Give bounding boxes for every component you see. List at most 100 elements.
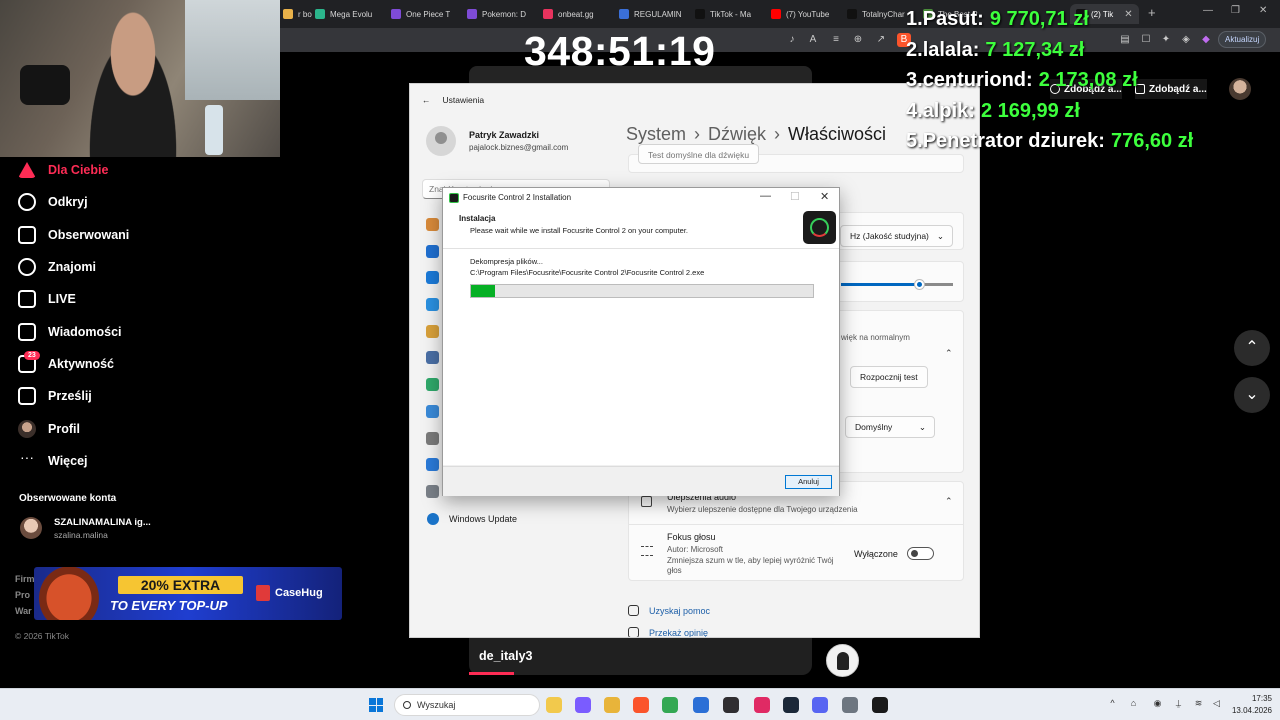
nav-item-odkryj[interactable]: Odkryj [18, 186, 258, 218]
breadcrumb-system[interactable]: System [626, 124, 686, 144]
nav-item-profil[interactable]: Profil [18, 412, 258, 444]
discord-icon[interactable] [812, 697, 828, 713]
leaderboard-row: 5.Penetrator dziurek: 776,60 zł [906, 130, 1193, 161]
feedback-link[interactable]: Przekaż opinię [628, 627, 708, 637]
video-author[interactable]: de_italy3 [479, 649, 533, 663]
nav-item-live[interactable]: LIVE [18, 283, 258, 315]
nav-item-więcej[interactable]: ··· Więcej [18, 445, 258, 477]
nav-item-obserwowani[interactable]: Obserwowani [18, 219, 258, 251]
network-icon[interactable] [426, 298, 439, 312]
chrome-icon[interactable] [662, 697, 678, 713]
breadcrumb-sound[interactable]: Dźwięk [708, 124, 766, 144]
opera-gx-icon[interactable] [754, 697, 770, 713]
browser-tab[interactable]: Mega Evolu [315, 4, 372, 24]
format-select[interactable]: Hz (Jakość studyjna) ⌄ [840, 225, 953, 247]
file-explorer-icon[interactable] [546, 697, 562, 713]
time-language-icon[interactable] [426, 404, 439, 418]
volume-icon[interactable]: ◁ [1211, 698, 1222, 709]
default-value: Domyślny [855, 422, 893, 432]
nav-item-dla-ciebie[interactable]: Dla Ciebie [18, 154, 258, 186]
creator-avatar[interactable] [826, 644, 859, 677]
close-button[interactable]: ✕ [820, 190, 829, 203]
footer-link[interactable]: Pro [15, 587, 35, 603]
browser-tab[interactable]: onbeat.gg [543, 4, 594, 24]
gaming-icon[interactable] [426, 431, 439, 445]
nav-item-prześlij[interactable]: Prześlij [18, 380, 258, 412]
microphone-tray-icon[interactable]: ⍊ [1173, 698, 1184, 709]
privacy-icon[interactable] [426, 484, 439, 498]
browser-tab[interactable]: Pokemon: D [467, 4, 526, 24]
browser-tab[interactable]: TikTok - Ma [695, 4, 751, 24]
copilot-icon[interactable] [575, 697, 591, 713]
audio-enhancements-desc: Wybierz ulepszenie dostępne dla Twojego … [667, 505, 858, 514]
minimize-button[interactable]: — [1203, 5, 1213, 16]
close-window-button[interactable]: ✕ [1259, 5, 1267, 16]
folder-icon[interactable] [604, 697, 620, 713]
bluetooth-icon[interactable] [426, 271, 439, 285]
cancel-button[interactable]: Anuluj [785, 475, 832, 489]
home-icon[interactable] [426, 218, 439, 231]
installer-subheading: Please wait while we install Focusrite C… [470, 226, 689, 235]
help-link[interactable]: Uzyskaj pomoc [628, 605, 710, 616]
translate-icon[interactable]: A [806, 33, 820, 47]
nav-item-znajomi[interactable]: Znajomi [18, 251, 258, 283]
network-tray-icon[interactable]: ⌂ [1128, 698, 1139, 709]
next-video-button[interactable]: ⌄ [1234, 377, 1270, 413]
back-arrow-icon[interactable]: ← [422, 95, 431, 105]
browser-tab[interactable]: REGULAMIN [619, 4, 682, 24]
browser-tab[interactable]: One Piece T [391, 4, 450, 24]
chevron-up-icon[interactable]: ^ [1107, 698, 1118, 709]
accessibility-icon[interactable] [426, 458, 439, 472]
volume-slider[interactable] [841, 280, 953, 289]
steam-icon[interactable] [783, 697, 799, 713]
brave-icon[interactable] [633, 697, 649, 713]
windows-update-nav[interactable]: Windows Update [427, 513, 517, 525]
clock-date: 13.04.2026 [1231, 706, 1272, 715]
start-button[interactable] [369, 698, 383, 712]
test-default-button[interactable]: Test domyślne dla dźwięku [638, 144, 760, 164]
nav-item-wiadomości[interactable]: Wiadomości [18, 315, 258, 347]
taskbar-clock[interactable]: 17:35 13.04.2026 [1228, 693, 1272, 717]
voice-focus-toggle[interactable] [907, 547, 934, 560]
accounts-icon[interactable] [426, 378, 439, 392]
minimize-button[interactable]: — [760, 190, 771, 202]
mute-icon[interactable]: ♪ [785, 33, 799, 47]
default-select[interactable]: Domyślny ⌄ [845, 416, 935, 438]
browser-tab[interactable]: (7) YouTube [771, 4, 829, 24]
browser-tab[interactable]: TotalnyChar [847, 4, 905, 24]
chevron-up-icon[interactable]: ⌃ [945, 496, 953, 507]
followed-account[interactable]: SZALINAMALINA ig... szalina.malina [20, 517, 151, 540]
user-name: Patryk Zawadzki [469, 130, 540, 140]
security-tray-icon[interactable]: ◉ [1152, 698, 1163, 709]
nav-label: Profil [48, 421, 80, 436]
start-test-button[interactable]: Rozpocznij test [850, 366, 928, 388]
taskbar-search[interactable]: Wyszukaj [394, 694, 540, 716]
apps-icon[interactable] [426, 351, 439, 365]
nav-item-aktywność[interactable]: Aktywność 23 [18, 348, 258, 380]
personalization-icon[interactable] [426, 324, 439, 338]
video-progress-bar[interactable] [469, 672, 514, 675]
feedback-icon [628, 627, 639, 637]
settings-icon[interactable] [842, 697, 858, 713]
user-avatar[interactable] [1229, 78, 1251, 100]
browser-tab[interactable]: r bo [283, 4, 312, 24]
system-icon[interactable] [426, 244, 439, 258]
share-icon[interactable]: ↗ [874, 33, 888, 47]
store-icon[interactable] [693, 697, 709, 713]
focusrite-icon[interactable] [872, 697, 888, 713]
footer-link[interactable]: Firm [15, 571, 35, 587]
update-button[interactable]: Aktualizuj [1218, 31, 1267, 48]
wallet-icon[interactable]: ◆ [1199, 33, 1213, 47]
chevron-up-icon[interactable]: ⌃ [945, 348, 953, 359]
treasure-chest-icon [34, 567, 104, 620]
wifi-icon[interactable]: ≋ [1193, 698, 1204, 709]
user-profile[interactable]: Patryk Zawadzki pajalock.biznes@gmail.co… [426, 126, 568, 156]
zoom-icon[interactable]: ⊕ [851, 33, 865, 47]
reader-icon[interactable]: ≡ [829, 33, 843, 47]
tab-label: Pokemon: D [482, 9, 527, 19]
footer-link[interactable]: War [15, 603, 35, 619]
obs-icon[interactable] [723, 697, 739, 713]
maximize-button[interactable]: ❐ [1231, 5, 1240, 16]
previous-video-button[interactable]: ⌃ [1234, 330, 1270, 366]
casehug-ad-banner[interactable]: 20% EXTRA TO EVERY TOP-UP CaseHug [34, 567, 342, 620]
